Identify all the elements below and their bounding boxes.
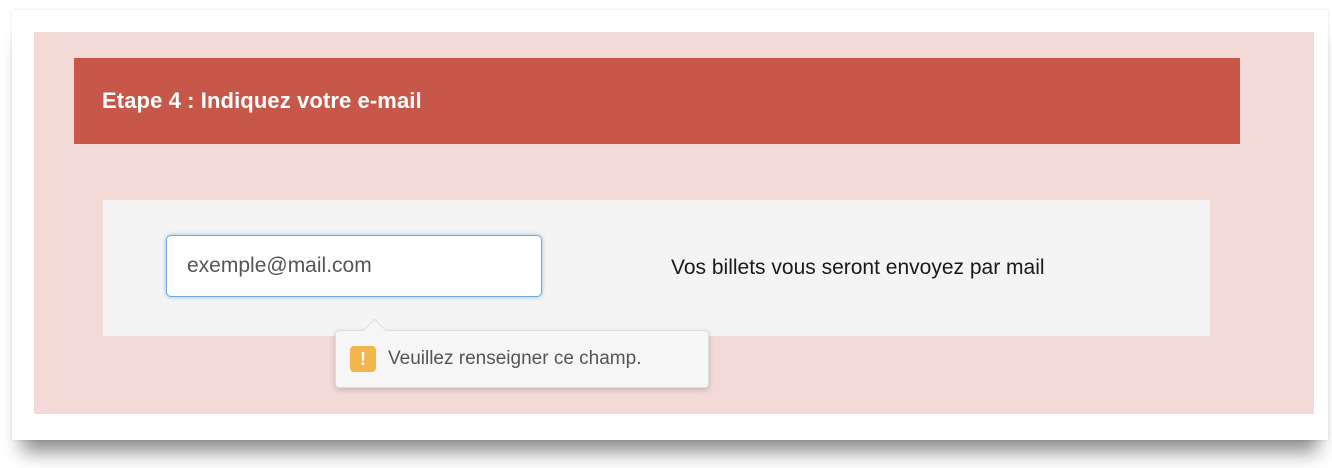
email-form: Vos billets vous seront envoyez par mail: [103, 200, 1210, 336]
step-title: Etape 4 : Indiquez votre e-mail: [102, 88, 422, 113]
validation-message: Veuillez renseigner ce champ.: [388, 348, 642, 369]
validation-tooltip: ! Veuillez renseigner ce champ.: [335, 318, 709, 388]
warning-icon: !: [350, 346, 376, 372]
screenshot-card: Etape 4 : Indiquez votre e-mail Vos bill…: [12, 10, 1328, 440]
info-text: Vos billets vous seront envoyez par mail: [671, 256, 1045, 279]
step-header: Etape 4 : Indiquez votre e-mail: [74, 58, 1240, 144]
email-input[interactable]: [166, 235, 542, 297]
